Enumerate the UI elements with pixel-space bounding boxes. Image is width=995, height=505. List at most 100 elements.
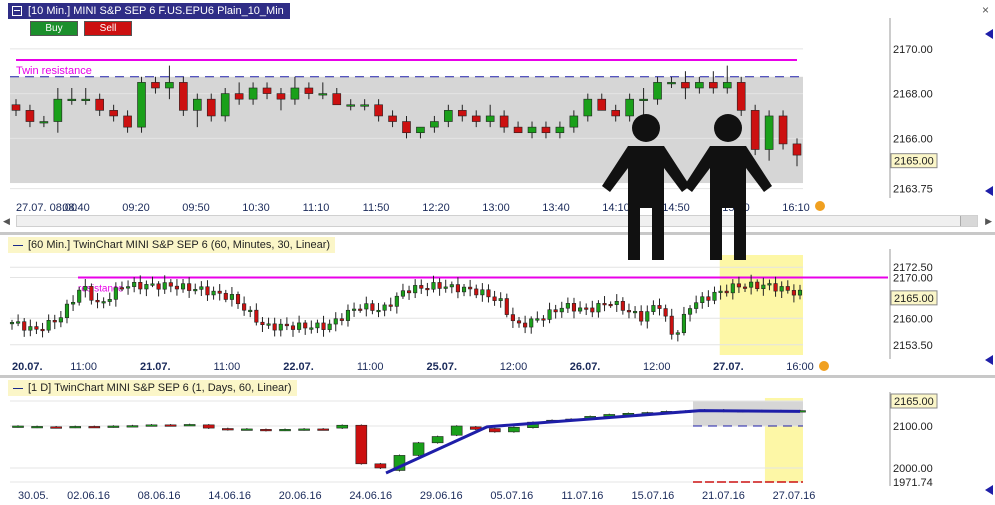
chart-pane-60min[interactable]: 2172.50 2170.00 2160.00 2153.50 resistance 21… xyxy=(0,235,995,375)
candle-bear xyxy=(706,296,711,301)
candle-bull xyxy=(113,287,118,300)
candle-bull xyxy=(336,424,349,429)
candle-bear xyxy=(11,104,21,111)
candle-bear xyxy=(205,286,210,296)
candle-bear xyxy=(492,296,497,301)
x-tick-label: 20.07. xyxy=(12,361,43,373)
candle-bull xyxy=(364,303,369,310)
candle-bull xyxy=(712,291,717,301)
candle-bull xyxy=(145,424,158,427)
candle-bull xyxy=(12,425,24,428)
candle-bull xyxy=(69,426,82,429)
x-tick-label: 16:10 xyxy=(782,202,810,214)
chart-svg-10min[interactable]: 2170.00 2168.00 2166.00 2163.75 Twin resista… xyxy=(0,0,995,230)
candle-bear xyxy=(724,290,729,294)
candle-bear xyxy=(260,321,265,325)
candle-bear xyxy=(489,428,501,433)
candle-bull xyxy=(309,327,314,330)
x-tick-label: 12:00 xyxy=(500,361,528,373)
candle-bear xyxy=(402,121,411,134)
chart-pane-10min[interactable]: [10 Min.] MINI S&P SEP 6 F.US.EPU6 Plain… xyxy=(0,0,995,230)
candle-bull xyxy=(137,82,146,128)
candle-bull xyxy=(749,281,754,288)
scroll-right-icon[interactable]: ▶ xyxy=(985,216,992,227)
pane-header-text: [60 Min.] TwinChart MINI S&P SEP 6 (60, … xyxy=(28,239,331,251)
candle-bull xyxy=(444,110,453,122)
candle-bull xyxy=(83,286,88,291)
series-line-icon xyxy=(13,387,23,389)
candle-bear xyxy=(608,304,613,307)
scrollbar-thumb[interactable] xyxy=(960,216,977,226)
scroll-left-icon[interactable]: ◀ xyxy=(3,216,10,227)
candle-bull xyxy=(248,87,258,100)
candle-bull xyxy=(318,93,328,96)
candle-bear xyxy=(254,309,259,323)
candle-bull xyxy=(360,104,369,107)
candle-bear xyxy=(513,126,523,134)
x-tick-label: 27.07.16 xyxy=(773,490,816,502)
candle-bull xyxy=(248,309,253,312)
candle-bear xyxy=(276,93,286,100)
candle-bear xyxy=(25,110,35,122)
clock-icon xyxy=(815,201,825,211)
candle-bear xyxy=(374,104,383,117)
y-tick-label: 2163.75 xyxy=(893,184,933,196)
candle-bull xyxy=(58,317,63,323)
candle-bull xyxy=(132,281,137,287)
candle-bull xyxy=(220,93,230,117)
candle-bull xyxy=(527,126,537,134)
x-tick-label: 08.06.16 xyxy=(138,490,181,502)
candle-bull xyxy=(400,290,405,297)
candle-bear xyxy=(516,320,522,324)
candle-bull xyxy=(150,283,155,286)
clock-icon xyxy=(819,361,829,371)
x-tick-label: 24.06.16 xyxy=(349,490,392,502)
chart-svg-1day[interactable]: 2165.002100.002000.001971.742165.0030.05… xyxy=(0,378,995,505)
candle-bull xyxy=(695,82,704,89)
candle-bull xyxy=(241,428,253,431)
x-tick-label: 11:50 xyxy=(363,202,390,214)
session-highlight xyxy=(719,255,803,355)
candle-bull xyxy=(165,82,174,89)
resistance-zone xyxy=(693,401,803,426)
x-tick-label: 30.05. xyxy=(18,490,49,502)
candle-bull xyxy=(193,289,198,292)
x-tick-label: 25.07. xyxy=(427,361,458,373)
candle-bear xyxy=(164,424,177,427)
candle-bear xyxy=(52,320,57,323)
candle-bull xyxy=(461,286,467,293)
candle-bull xyxy=(376,309,381,313)
current-price-label: 2165.00 xyxy=(894,396,934,408)
candle-bull xyxy=(555,126,565,134)
candle-bull xyxy=(352,308,357,311)
candle-bear xyxy=(303,322,308,329)
chart-svg-60min[interactable]: 2172.502170.002160.002153.50resistance21… xyxy=(0,235,995,375)
x-tick-label: 22.07. xyxy=(283,361,314,373)
candle-bull xyxy=(183,424,196,427)
candle-bear xyxy=(457,110,467,117)
x-tick-label: 15.07.16 xyxy=(631,490,674,502)
candle-bear xyxy=(95,299,100,303)
candle-bear xyxy=(773,283,778,292)
horizontal-scrollbar[interactable] xyxy=(16,215,978,227)
candle-bear xyxy=(681,82,690,89)
candle-bear xyxy=(179,82,188,111)
pane-header-60min[interactable]: [60 Min.] TwinChart MINI S&P SEP 6 (60, … xyxy=(8,237,336,253)
x-tick-label: 09:50 xyxy=(182,202,210,214)
candle-bear xyxy=(109,110,118,117)
candle-bull xyxy=(81,98,91,101)
candle-bull xyxy=(107,425,120,428)
candle-bear xyxy=(468,286,473,290)
chart-pane-1day[interactable]: 2165.002100.002000.001971.742165.0030.05… xyxy=(0,378,995,505)
candle-bear xyxy=(639,311,644,322)
pane-header-1day[interactable]: [1 D] TwinChart MINI S&P SEP 6 (1, Days,… xyxy=(8,380,297,396)
candle-bear xyxy=(407,290,412,294)
candle-bear xyxy=(50,426,62,429)
candle-bear xyxy=(571,303,577,312)
candle-bear xyxy=(669,315,674,335)
x-tick-label: 13:00 xyxy=(482,202,510,214)
candle-bull xyxy=(193,98,202,111)
candle-bull xyxy=(449,284,454,288)
candle-bear xyxy=(455,284,460,293)
candle-bull xyxy=(199,286,204,290)
